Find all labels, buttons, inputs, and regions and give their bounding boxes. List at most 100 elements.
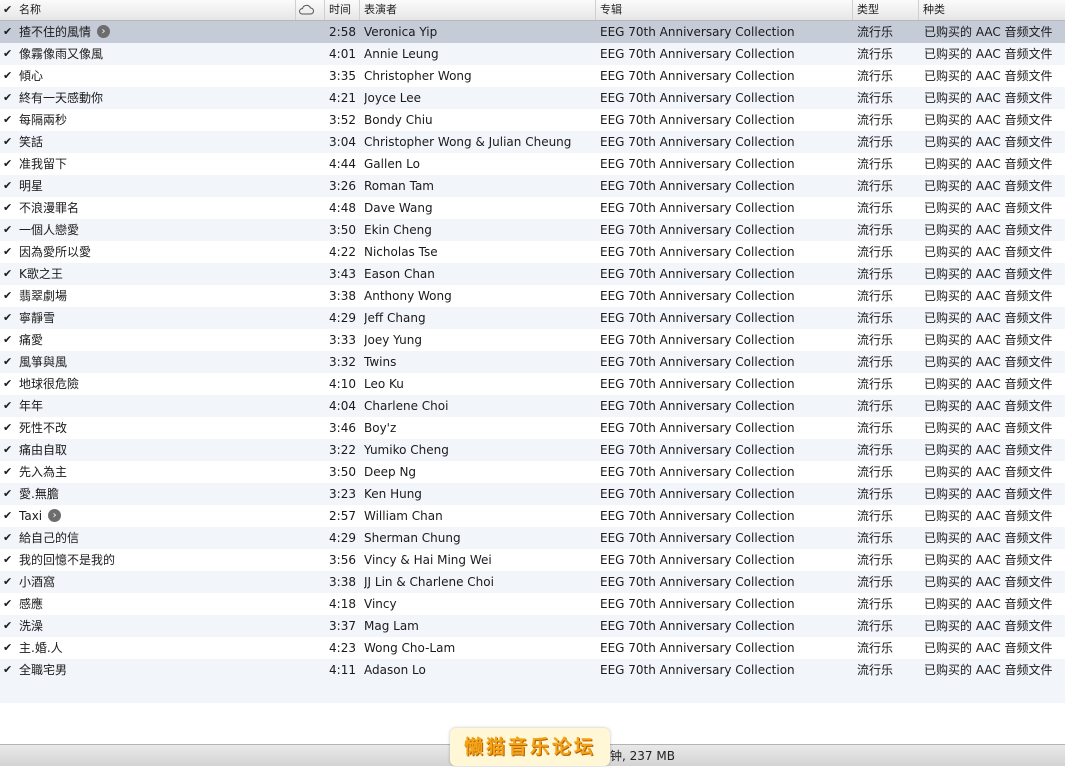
table-row[interactable]: ✔ 痛愛 3:33 Joey Yung EEG 70th Anniversary Col… <box>0 329 1065 351</box>
table-row[interactable]: ✔ 終有一天感動你 4:21 Joyce Lee EEG 70th Anniversar… <box>0 87 1065 109</box>
check-icon[interactable]: ✔ <box>3 263 15 285</box>
track-name: 死性不改 <box>19 417 309 439</box>
check-icon[interactable]: ✔ <box>3 395 15 417</box>
track-name-text: 洗澡 <box>19 619 44 633</box>
table-row[interactable]: ✔ 不浪漫罪名 4:48 Dave Wang EEG 70th Anniversary … <box>0 197 1065 219</box>
check-icon[interactable]: ✔ <box>3 153 15 175</box>
check-icon[interactable]: ✔ <box>3 43 15 65</box>
check-icon[interactable]: ✔ <box>3 65 15 87</box>
table-row[interactable]: ✔ 笑話 3:04 Christopher Wong & Julian Cheung E… <box>0 131 1065 153</box>
table-row[interactable]: ✔ 痛由自取 3:22 Yumiko Cheng EEG 70th Anniversar… <box>0 439 1065 461</box>
check-icon[interactable]: ✔ <box>3 219 15 241</box>
check-icon[interactable]: ✔ <box>3 659 15 681</box>
table-row[interactable]: ✔ 一個人戀愛 3:50 Ekin Cheng EEG 70th Anniversary… <box>0 219 1065 241</box>
track-time: 3:32 <box>329 355 356 369</box>
track-artist: Veronica Yip <box>364 25 438 39</box>
track-name-text: 傾心 <box>19 69 44 83</box>
check-icon[interactable]: ✔ <box>3 483 15 505</box>
table-row[interactable]: ✔ 明星 3:26 Roman Tam EEG 70th Anniversary Col… <box>0 175 1065 197</box>
track-artist: Boy'z <box>364 421 397 435</box>
track-name: 感應 <box>19 593 309 615</box>
arrow-right-circle-icon[interactable]: › <box>48 509 62 522</box>
table-row[interactable]: ✔ 准我留下 4:44 Gallen Lo EEG 70th Anniversary C… <box>0 153 1065 175</box>
check-icon[interactable]: ✔ <box>3 87 15 109</box>
track-genre: 流行乐 <box>857 201 894 215</box>
track-name-text: 准我留下 <box>19 157 68 171</box>
check-icon[interactable]: ✔ <box>3 417 15 439</box>
table-row[interactable]: ✔ 每隔兩秒 3:52 Bondy Chiu EEG 70th Anniversary … <box>0 109 1065 131</box>
check-icon[interactable]: ✔ <box>3 505 15 527</box>
table-row[interactable]: ✔ 主.婚.人 4:23 Wong Cho-Lam EEG 70th Anniversa… <box>0 637 1065 659</box>
table-row[interactable]: ✔ 全職宅男 4:11 Adason Lo EEG 70th Anniversary C… <box>0 659 1065 681</box>
check-icon[interactable]: ✔ <box>3 307 15 329</box>
check-icon[interactable]: ✔ <box>3 351 15 373</box>
check-icon[interactable]: ✔ <box>3 439 15 461</box>
table-row[interactable]: ✔ 因為愛所以愛 4:22 Nicholas Tse EEG 70th Annivers… <box>0 241 1065 263</box>
check-icon[interactable]: ✔ <box>3 637 15 659</box>
table-row[interactable]: ✔ 風箏與風 3:32 Twins EEG 70th Anniversary Colle… <box>0 351 1065 373</box>
table-row[interactable]: ✔ 死性不改 3:46 Boy'z EEG 70th Anniversary Colle… <box>0 417 1065 439</box>
track-name-text: 給自己的信 <box>19 531 80 545</box>
table-row[interactable]: ✔ 揸不住的風情 › 2:58 Veronica Yip EEG 70th Anniver… <box>0 21 1065 43</box>
track-artist: Joey Yung <box>364 333 422 347</box>
check-icon[interactable]: ✔ <box>3 329 15 351</box>
check-icon[interactable]: ✔ <box>3 197 15 219</box>
check-icon[interactable]: ✔ <box>3 527 15 549</box>
table-row[interactable]: ✔ 愛.無膽 3:23 Ken Hung EEG 70th Anniversary Co… <box>0 483 1065 505</box>
check-icon[interactable]: ✔ <box>3 175 15 197</box>
track-artist: Adason Lo <box>364 663 426 677</box>
header-kind[interactable]: 种类 <box>919 0 1065 20</box>
table-row[interactable]: ✔ K歌之王 3:43 Eason Chan EEG 70th Anniversary … <box>0 263 1065 285</box>
table-row[interactable]: ✔ 翡翠劇場 3:38 Anthony Wong EEG 70th Anniversar… <box>0 285 1065 307</box>
table-row[interactable]: ✔ 感應 4:18 Vincy EEG 70th Anniversary Collect… <box>0 593 1065 615</box>
table-row[interactable]: ✔ Taxi › 2:57 William Chan EEG 70th Anniversa… <box>0 505 1065 527</box>
arrow-right-circle-icon[interactable]: › <box>97 25 111 38</box>
track-time: 4:44 <box>329 157 356 171</box>
empty-row <box>0 703 1065 725</box>
header-check-icon[interactable]: ✔ <box>3 0 12 20</box>
table-row[interactable]: ✔ 地球很危險 4:10 Leo Ku EEG 70th Anniversary Col… <box>0 373 1065 395</box>
track-album: EEG 70th Anniversary Collection <box>600 289 795 303</box>
check-icon[interactable]: ✔ <box>3 109 15 131</box>
track-name-text: 風箏與風 <box>19 355 68 369</box>
table-row[interactable]: ✔ 我的回憶不是我的 3:56 Vincy & Hai Ming Wei EEG 70t… <box>0 549 1065 571</box>
track-name-text: 笑話 <box>19 135 44 149</box>
check-icon[interactable]: ✔ <box>3 241 15 263</box>
track-genre: 流行乐 <box>857 443 894 457</box>
table-row[interactable]: ✔ 像霧像雨又像風 4:01 Annie Leung EEG 70th Annivers… <box>0 43 1065 65</box>
track-name: 像霧像雨又像風 <box>19 43 309 65</box>
table-row[interactable]: ✔ 傾心 3:35 Christopher Wong EEG 70th Annivers… <box>0 65 1065 87</box>
check-icon[interactable]: ✔ <box>3 131 15 153</box>
track-genre: 流行乐 <box>857 267 894 281</box>
check-icon[interactable]: ✔ <box>3 373 15 395</box>
check-icon[interactable]: ✔ <box>3 461 15 483</box>
track-genre: 流行乐 <box>857 619 894 633</box>
header-time[interactable]: 时间 <box>325 0 360 20</box>
track-genre: 流行乐 <box>857 47 894 61</box>
table-row[interactable]: ✔ 給自己的信 4:29 Sherman Chung EEG 70th Annivers… <box>0 527 1065 549</box>
check-icon[interactable]: ✔ <box>3 21 15 43</box>
check-icon[interactable]: ✔ <box>3 549 15 571</box>
track-genre: 流行乐 <box>857 421 894 435</box>
track-time: 4:29 <box>329 531 356 545</box>
track-time: 4:29 <box>329 311 356 325</box>
header-artist[interactable]: 表演者 <box>360 0 596 20</box>
track-kind: 已购买的 AAC 音频文件 <box>924 421 1053 435</box>
check-icon[interactable]: ✔ <box>3 285 15 307</box>
track-time: 4:22 <box>329 245 356 259</box>
table-row[interactable]: ✔ 洗澡 3:37 Mag Lam EEG 70th Anniversary Colle… <box>0 615 1065 637</box>
check-icon[interactable]: ✔ <box>3 593 15 615</box>
track-artist: Bondy Chiu <box>364 113 433 127</box>
table-row[interactable]: ✔ 寧靜雪 4:29 Jeff Chang EEG 70th Anniversary C… <box>0 307 1065 329</box>
track-time: 3:33 <box>329 333 356 347</box>
track-name-text: Taxi <box>19 509 43 523</box>
header-album[interactable]: 专辑 <box>596 0 853 20</box>
track-genre: 流行乐 <box>857 113 894 127</box>
table-row[interactable]: ✔ 年年 4:04 Charlene Choi EEG 70th Anniversary… <box>0 395 1065 417</box>
check-icon[interactable]: ✔ <box>3 615 15 637</box>
check-icon[interactable]: ✔ <box>3 571 15 593</box>
table-row[interactable]: ✔ 先入為主 3:50 Deep Ng EEG 70th Anniversary Col… <box>0 461 1065 483</box>
header-name[interactable]: 名称 <box>15 0 295 20</box>
table-row[interactable]: ✔ 小酒窩 3:38 JJ Lin & Charlene Choi EEG 70th A… <box>0 571 1065 593</box>
header-genre[interactable]: 类型 <box>853 0 919 20</box>
